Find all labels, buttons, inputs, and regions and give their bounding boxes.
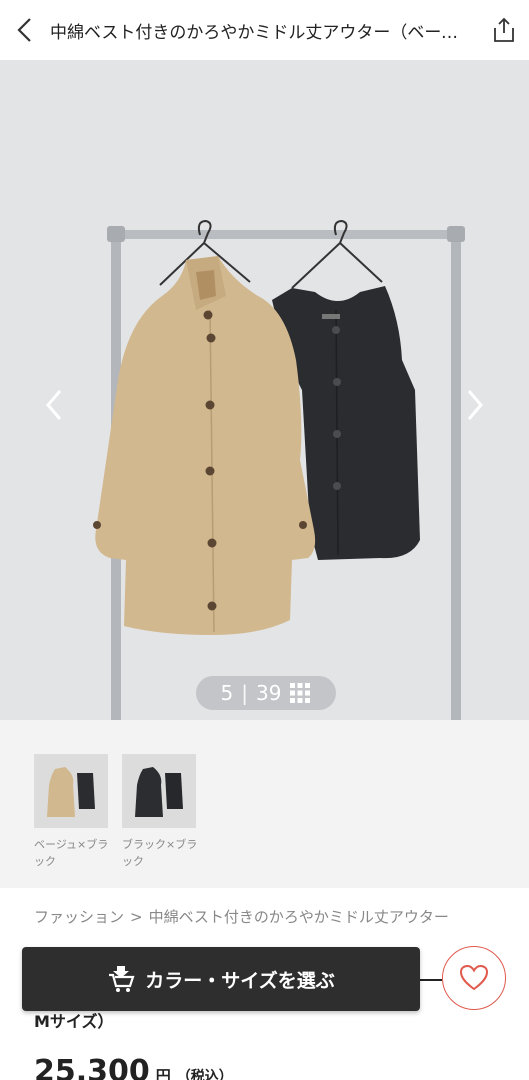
image-counter[interactable]: 5 | 39 — [196, 676, 336, 710]
share-button[interactable] — [479, 0, 529, 60]
heart-icon — [459, 964, 489, 991]
variation-thumbnail — [34, 754, 108, 828]
breadcrumb-separator: > — [130, 908, 143, 926]
select-color-size-label: カラー・サイズを選ぶ — [145, 969, 335, 992]
variation-label: ベージュ×ブラック — [34, 838, 109, 868]
grid-icon — [290, 683, 311, 703]
product-image-gallery[interactable]: 5 | 39 — [0, 60, 529, 720]
product-title-fragment: Mサイズ） — [34, 1012, 114, 1031]
back-button[interactable] — [0, 0, 50, 60]
app-header: 中綿ベスト付きのかろやかミドル丈アウター（ベージュ×ブラック、Mサイズ） — [0, 0, 529, 60]
price-tax-note: （税込） — [176, 1069, 233, 1080]
breadcrumb-item[interactable]: 中綿ベスト付きのかろやかミドル丈アウター — [149, 908, 449, 926]
chevron-left-icon — [46, 390, 62, 420]
variation-label: ブラック×ブラック — [122, 838, 198, 868]
image-counter-separator: | — [241, 681, 249, 705]
divider — [420, 979, 442, 981]
price-currency: 円 — [155, 1067, 171, 1080]
select-color-size-button[interactable]: カラー・サイズを選ぶ — [22, 947, 420, 1011]
product-price: 25,300 円 （税込） — [34, 1054, 233, 1080]
share-icon — [494, 17, 514, 42]
price-value: 25,300 — [34, 1054, 150, 1080]
favorite-button[interactable] — [442, 946, 506, 1010]
chevron-left-icon — [17, 18, 31, 42]
breadcrumb: ファッション > 中綿ベスト付きのかろやかミドル丈アウター — [34, 906, 504, 927]
next-image-button[interactable] — [455, 380, 495, 430]
breadcrumb-category[interactable]: ファッション — [34, 908, 124, 926]
variation-thumbnail — [122, 754, 196, 828]
cart-icon — [109, 966, 135, 992]
color-variation-list: ベージュ×ブラック ブラック×ブラック — [0, 720, 529, 888]
product-photo — [0, 60, 529, 720]
page-title: 中綿ベスト付きのかろやかミドル丈アウター（ベージュ×ブラック、Mサイズ） — [50, 22, 479, 43]
prev-image-button[interactable] — [34, 380, 74, 430]
image-counter-total: 39 — [256, 681, 282, 705]
variation-beige-black[interactable]: ベージュ×ブラック — [34, 754, 110, 870]
image-counter-current: 5 — [220, 681, 234, 705]
variation-black-black[interactable]: ブラック×ブラック — [122, 754, 198, 870]
chevron-right-icon — [467, 390, 483, 420]
